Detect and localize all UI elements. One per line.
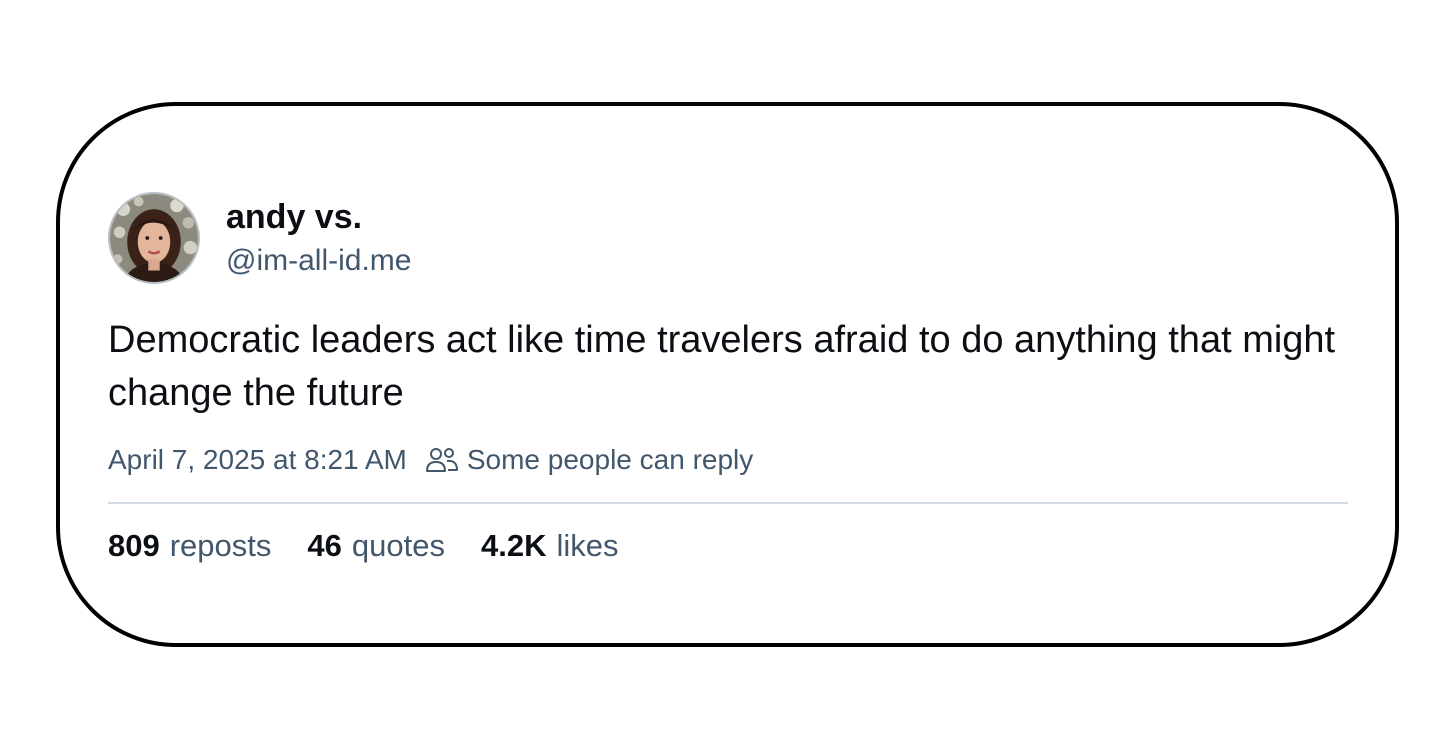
post-stats: 809 reposts 46 quotes 4.2K likes	[108, 528, 654, 564]
likes-count: 4.2K	[480, 528, 547, 563]
quotes-label: quotes	[351, 528, 445, 563]
author-display-name[interactable]: andy vs.	[226, 198, 362, 237]
author-handle[interactable]: @im-all-id.me	[226, 244, 411, 278]
post-card: andy vs. @im-all-id.me Democratic leader…	[56, 102, 1399, 647]
quotes-count: 46	[307, 528, 342, 563]
likes-label: likes	[556, 528, 619, 563]
reposts-count: 809	[108, 528, 160, 563]
people-icon	[425, 445, 459, 475]
post-text: Democratic leaders act like time travele…	[108, 319, 1336, 414]
post-timestamp[interactable]: April 7, 2025 at 8:21 AM	[108, 444, 407, 476]
user-avatar-icon	[110, 194, 198, 282]
reposts-label: reposts	[169, 528, 272, 563]
author-avatar[interactable]	[108, 192, 200, 284]
reply-setting[interactable]: Some people can reply	[467, 444, 753, 476]
post-meta: April 7, 2025 at 8:21 AM Some people can…	[108, 442, 753, 478]
quotes-stat[interactable]: 46 quotes	[307, 528, 445, 564]
divider	[108, 502, 1348, 504]
likes-stat[interactable]: 4.2K likes	[481, 528, 619, 564]
reposts-stat[interactable]: 809 reposts	[108, 528, 271, 564]
